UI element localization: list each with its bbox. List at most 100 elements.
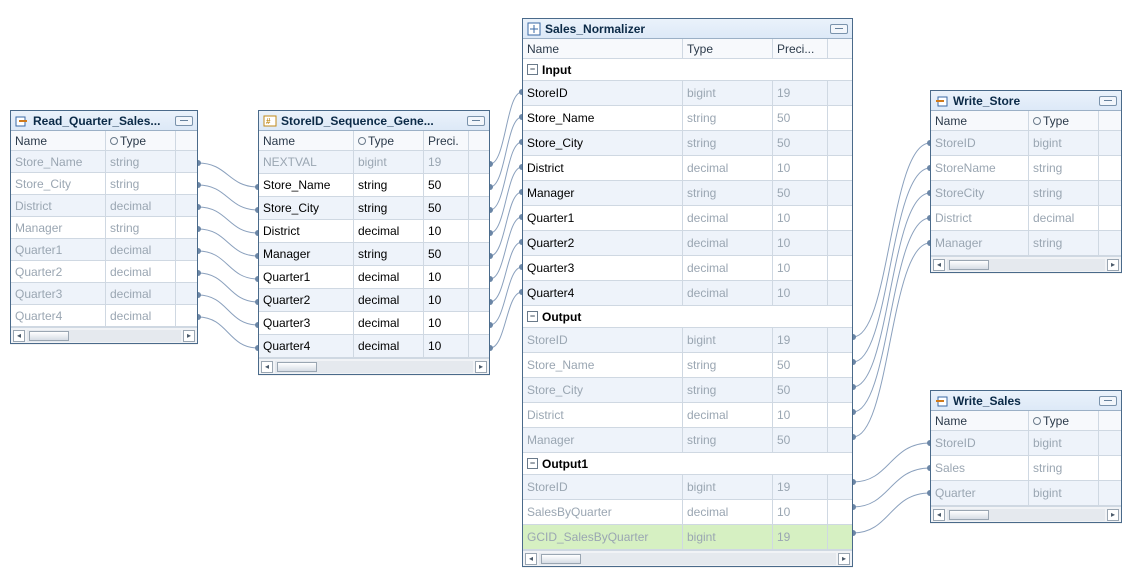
- cell-type: decimal: [1029, 206, 1099, 230]
- table-row[interactable]: Quarterbigint: [931, 481, 1121, 506]
- table-row[interactable]: StoreCitystring: [931, 181, 1121, 206]
- cell-precision: 10: [424, 289, 469, 311]
- horizontal-scrollbar[interactable]: ◂ ▸: [11, 327, 197, 343]
- column-headers[interactable]: Name Type: [931, 111, 1121, 131]
- scroll-left-icon[interactable]: ◂: [933, 509, 945, 521]
- cell-name: Manager: [11, 217, 106, 238]
- table-row[interactable]: Quarter3decimal10: [259, 312, 489, 335]
- table-row[interactable]: Quarter2decimal10: [523, 231, 852, 256]
- scroll-left-icon[interactable]: ◂: [261, 361, 273, 373]
- table-row[interactable]: Managerstring50: [523, 181, 852, 206]
- table-row[interactable]: Districtdecimal10: [259, 220, 489, 243]
- column-headers[interactable]: Name Type Preci.: [259, 131, 489, 151]
- table-row[interactable]: Quarter4decimal: [11, 305, 197, 327]
- table-row[interactable]: Store_Citystring: [11, 173, 197, 195]
- cell-spacer: [828, 500, 852, 524]
- node-title-bar[interactable]: # StoreID_Sequence_Gene... —: [259, 111, 489, 131]
- collapse-icon[interactable]: —: [175, 116, 193, 126]
- table-row[interactable]: Quarter2decimal: [11, 261, 197, 283]
- cell-spacer: [469, 151, 489, 173]
- table-row[interactable]: Salesstring: [931, 456, 1121, 481]
- collapse-icon[interactable]: —: [830, 24, 848, 34]
- cell-name: Sales: [931, 456, 1029, 480]
- cell-type: bigint: [1029, 431, 1099, 455]
- table-row[interactable]: Managerstring50: [523, 428, 852, 453]
- table-row[interactable]: Districtdecimal10: [523, 156, 852, 181]
- table-row[interactable]: Quarter3decimal: [11, 283, 197, 305]
- column-headers[interactable]: Name Type Preci...: [523, 39, 852, 59]
- horizontal-scrollbar[interactable]: ◂ ▸: [931, 256, 1121, 272]
- table-row[interactable]: Quarter2decimal10: [259, 289, 489, 312]
- cell-type: decimal: [683, 500, 773, 524]
- table-row[interactable]: Districtdecimal: [931, 206, 1121, 231]
- table-row[interactable]: StoreNamestring: [931, 156, 1121, 181]
- table-row[interactable]: NEXTVALbigint19: [259, 151, 489, 174]
- table-row[interactable]: Store_Citystring50: [523, 131, 852, 156]
- cell-spacer: [828, 328, 852, 352]
- group-toggle-icon[interactable]: −: [527, 64, 538, 75]
- table-row[interactable]: StoreIDbigint19: [523, 81, 852, 106]
- group-input[interactable]: − Input: [523, 59, 852, 81]
- horizontal-scrollbar[interactable]: ◂ ▸: [259, 358, 489, 374]
- node-write-store[interactable]: Write_Store — Name Type StoreIDbigintSto…: [930, 90, 1122, 273]
- group-toggle-icon[interactable]: −: [527, 458, 538, 469]
- column-headers[interactable]: Name Type: [931, 411, 1121, 431]
- table-row[interactable]: Store_Namestring50: [523, 353, 852, 378]
- table-row[interactable]: Districtdecimal10: [523, 403, 852, 428]
- collapse-icon[interactable]: —: [1099, 396, 1117, 406]
- scroll-left-icon[interactable]: ◂: [13, 330, 25, 342]
- node-title-bar[interactable]: Sales_Normalizer —: [523, 19, 852, 39]
- table-row[interactable]: Districtdecimal: [11, 195, 197, 217]
- column-headers[interactable]: Name Type: [11, 131, 197, 151]
- table-row[interactable]: Store_Namestring50: [523, 106, 852, 131]
- cell-name: Quarter3: [259, 312, 354, 334]
- cell-name: Store_City: [523, 378, 683, 402]
- table-row[interactable]: Quarter1decimal: [11, 239, 197, 261]
- node-write-sales[interactable]: Write_Sales — Name Type StoreIDbigintSal…: [930, 390, 1122, 523]
- table-row[interactable]: Store_Namestring: [11, 151, 197, 173]
- scroll-right-icon[interactable]: ▸: [475, 361, 487, 373]
- table-row[interactable]: Quarter4decimal10: [523, 281, 852, 306]
- horizontal-scrollbar[interactable]: ◂ ▸: [523, 550, 852, 566]
- table-row[interactable]: SalesByQuarterdecimal10: [523, 500, 852, 525]
- cell-precision: 50: [773, 106, 828, 130]
- cell-type: string: [106, 173, 176, 194]
- node-read-quarter-sales[interactable]: Read_Quarter_Sales... — Name Type Store_…: [10, 110, 198, 344]
- table-row[interactable]: StoreIDbigint19: [523, 475, 852, 500]
- table-row[interactable]: Managerstring: [11, 217, 197, 239]
- table-row[interactable]: StoreIDbigint19: [523, 328, 852, 353]
- group-output[interactable]: − Output: [523, 306, 852, 328]
- table-row[interactable]: Quarter1decimal10: [523, 206, 852, 231]
- table-row[interactable]: Quarter4decimal10: [259, 335, 489, 358]
- collapse-icon[interactable]: —: [1099, 96, 1117, 106]
- node-title-bar[interactable]: Write_Store —: [931, 91, 1121, 111]
- table-row[interactable]: Quarter1decimal10: [259, 266, 489, 289]
- node-title-bar[interactable]: Write_Sales —: [931, 391, 1121, 411]
- table-row[interactable]: StoreIDbigint: [931, 131, 1121, 156]
- scroll-right-icon[interactable]: ▸: [838, 553, 850, 565]
- table-row[interactable]: GCID_SalesByQuarterbigint19: [523, 525, 852, 550]
- node-storeid-sequence-generator[interactable]: # StoreID_Sequence_Gene... — Name Type P…: [258, 110, 490, 375]
- cell-spacer: [176, 305, 197, 326]
- horizontal-scrollbar[interactable]: ◂ ▸: [931, 506, 1121, 522]
- scroll-left-icon[interactable]: ◂: [525, 553, 537, 565]
- table-row[interactable]: Store_Namestring50: [259, 174, 489, 197]
- table-row[interactable]: Store_Citystring50: [259, 197, 489, 220]
- group-output1[interactable]: − Output1: [523, 453, 852, 475]
- scroll-right-icon[interactable]: ▸: [1107, 509, 1119, 521]
- scroll-right-icon[interactable]: ▸: [183, 330, 195, 342]
- node-sales-normalizer[interactable]: Sales_Normalizer — Name Type Preci... − …: [522, 18, 853, 567]
- collapse-icon[interactable]: —: [467, 116, 485, 126]
- cell-type: bigint: [683, 525, 773, 549]
- table-row[interactable]: Managerstring: [931, 231, 1121, 256]
- table-row[interactable]: Quarter3decimal10: [523, 256, 852, 281]
- table-row[interactable]: StoreIDbigint: [931, 431, 1121, 456]
- group-toggle-icon[interactable]: −: [527, 311, 538, 322]
- scroll-left-icon[interactable]: ◂: [933, 259, 945, 271]
- table-row[interactable]: Managerstring50: [259, 243, 489, 266]
- scroll-right-icon[interactable]: ▸: [1107, 259, 1119, 271]
- cell-spacer: [828, 81, 852, 105]
- cell-type: string: [683, 353, 773, 377]
- node-title-bar[interactable]: Read_Quarter_Sales... —: [11, 111, 197, 131]
- table-row[interactable]: Store_Citystring50: [523, 378, 852, 403]
